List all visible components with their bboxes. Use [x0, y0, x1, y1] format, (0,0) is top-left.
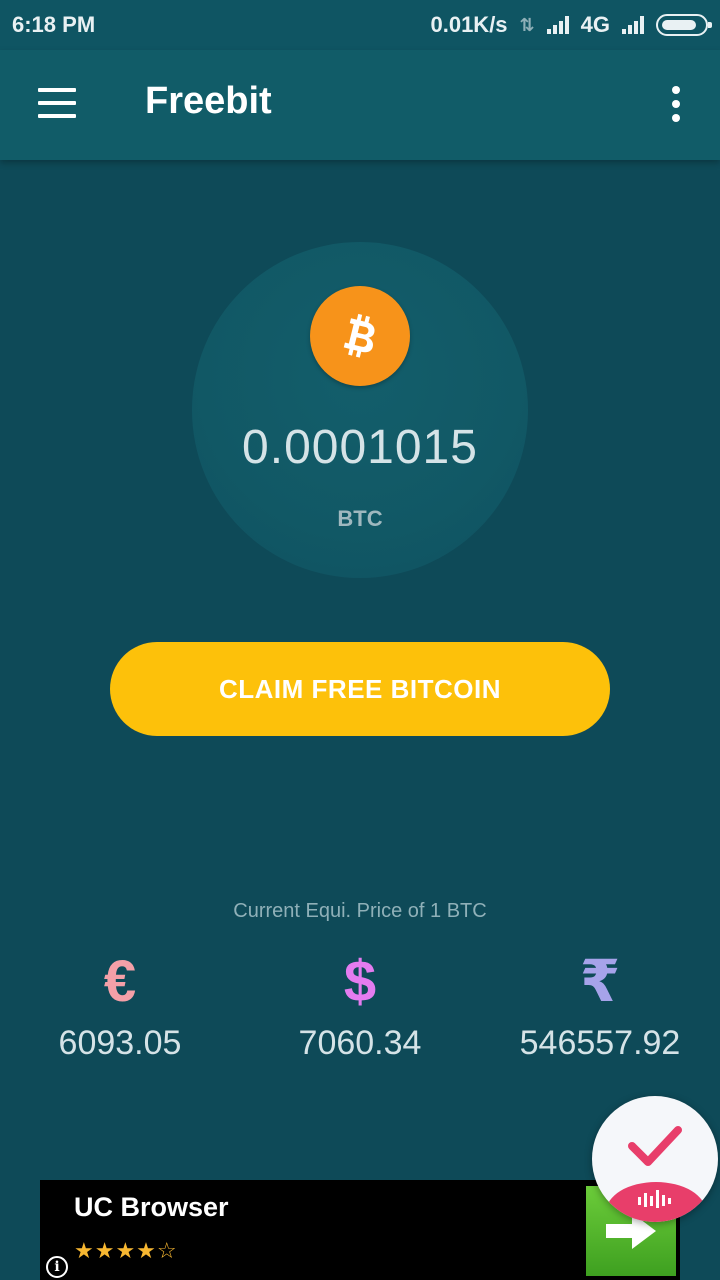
price-eur: € 6093.05 — [0, 950, 240, 1063]
status-icons: 0.01K/s ⇅ 4G — [430, 12, 712, 38]
price-usd-value: 7060.34 — [298, 1024, 422, 1062]
app-bar: Freebit — [0, 50, 720, 160]
price-eur-value: 6093.05 — [58, 1024, 182, 1062]
ad-banner[interactable]: UC Browser ★★★★☆ i — [40, 1180, 680, 1280]
app-title: Freebit — [145, 80, 272, 122]
signal-strength-icon — [546, 16, 569, 34]
battery-level — [662, 20, 696, 30]
floating-badge[interactable] — [592, 1096, 718, 1222]
bitcoin-icon — [310, 286, 410, 386]
status-bar: 6:18 PM 0.01K/s ⇅ 4G — [0, 0, 720, 50]
ad-rating-stars: ★★★★☆ — [74, 1238, 178, 1263]
checkmark-icon — [628, 1126, 682, 1166]
dollar-icon: $ — [343, 949, 377, 1014]
audio-wave-icon — [606, 1182, 706, 1222]
price-inr: ₹ 546557.92 — [480, 950, 720, 1063]
hamburger-menu-icon[interactable] — [38, 88, 76, 118]
price-inr-value: 546557.92 — [519, 1024, 681, 1062]
price-usd: $ 7060.34 — [240, 950, 480, 1063]
status-time: 6:18 PM — [12, 12, 96, 37]
network-type: 4G — [580, 12, 610, 37]
net-speed: 0.01K/s — [430, 12, 508, 37]
ad-info-icon[interactable]: i — [46, 1256, 68, 1278]
more-vert-icon[interactable] — [668, 86, 684, 122]
price-caption: Current Equi. Price of 1 BTC — [233, 900, 487, 922]
euro-icon: € — [103, 949, 137, 1014]
battery-icon — [656, 14, 712, 36]
ad-title: UC Browser — [74, 1192, 229, 1222]
balance-value: 0.0001015 — [242, 421, 478, 474]
balance-unit: BTC — [337, 506, 383, 531]
signal-strength-icon-2 — [622, 16, 644, 34]
rupee-icon: ₹ — [579, 949, 621, 1014]
data-transfer-icon: ⇅ — [519, 14, 535, 35]
claim-free-bitcoin-button[interactable]: CLAIM FREE BITCOIN — [110, 642, 610, 736]
